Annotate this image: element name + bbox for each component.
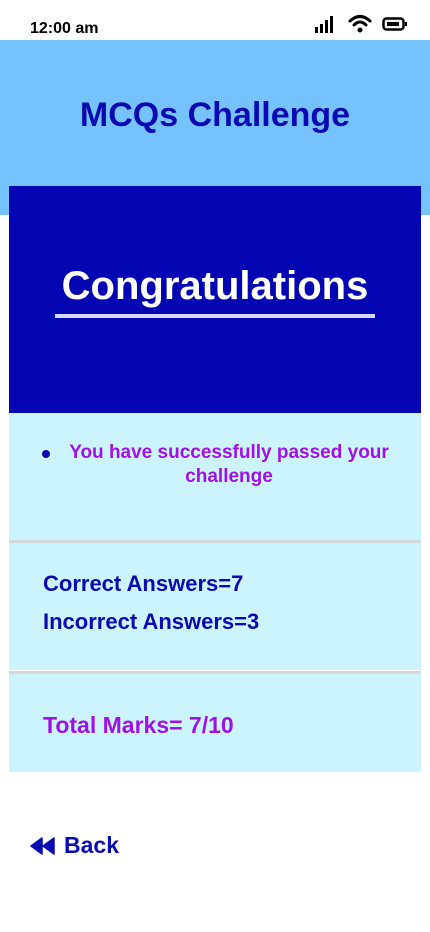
banner-title: Congratulations [61,264,369,308]
total-panel: Total Marks= 7/10 [9,674,421,772]
bullet-icon [42,450,50,458]
page-title: MCQs Challenge [79,96,351,134]
answers-panel: Correct Answers=7 Incorrect Answers=3 [9,543,421,670]
correct-answers: Correct Answers=7 [43,571,244,596]
status-bar: 12:00 am [0,0,430,40]
back-label: Back [64,832,119,858]
banner-underline [55,314,375,318]
message-panel: You have successfully passed your challe… [9,413,421,540]
rewind-icon [30,836,55,855]
status-time: 12:00 am [30,20,99,37]
status-icons [314,14,408,34]
signal-icon [315,16,333,33]
incorrect-answers: Incorrect Answers=3 [43,609,260,634]
battery-icon [382,17,407,31]
congratulations-banner: Congratulations [9,186,421,413]
total-marks: Total Marks= 7/10 [43,712,234,738]
wifi-icon [348,15,372,33]
back-button[interactable]: Back [30,832,119,859]
success-message: You have successfully passed your challe… [69,442,389,487]
